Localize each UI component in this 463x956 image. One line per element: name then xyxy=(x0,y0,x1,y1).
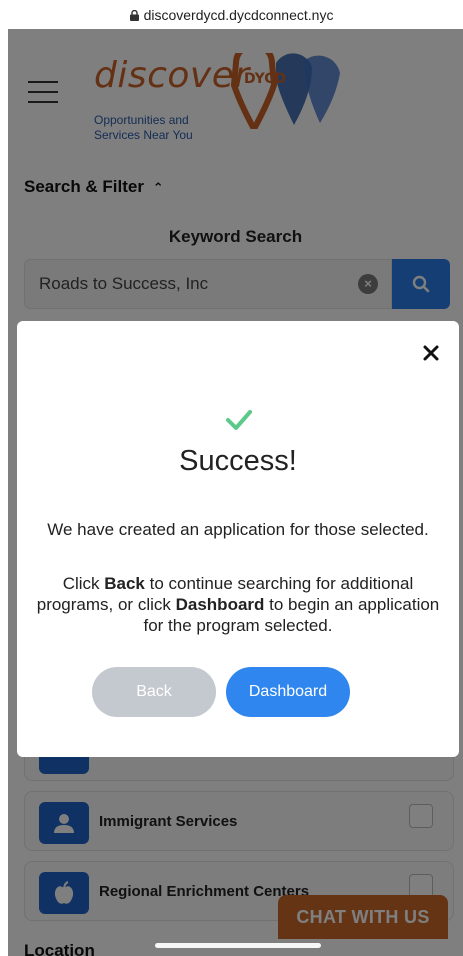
msg-prefix: Click xyxy=(62,574,105,593)
dashboard-button[interactable]: Dashboard xyxy=(226,667,350,717)
browser-url-bar[interactable]: discoverdycd.dycdconnect.nyc xyxy=(0,0,463,29)
success-modal: Success! We have created an application … xyxy=(17,321,459,757)
close-icon[interactable] xyxy=(421,343,441,363)
url-text: discoverdycd.dycdconnect.nyc xyxy=(143,6,334,23)
msg-back-emphasis: Back xyxy=(104,574,145,593)
modal-message-primary: We have created an application for those… xyxy=(47,520,429,539)
checkmark-icon xyxy=(226,410,252,430)
back-button[interactable]: Back xyxy=(92,667,216,717)
msg-dashboard-emphasis: Dashboard xyxy=(175,595,265,614)
lock-icon xyxy=(129,10,139,21)
modal-title: Success! xyxy=(179,445,297,477)
modal-message-instructions: Click Back to continue searching for add… xyxy=(33,573,443,636)
home-indicator[interactable] xyxy=(155,943,321,948)
